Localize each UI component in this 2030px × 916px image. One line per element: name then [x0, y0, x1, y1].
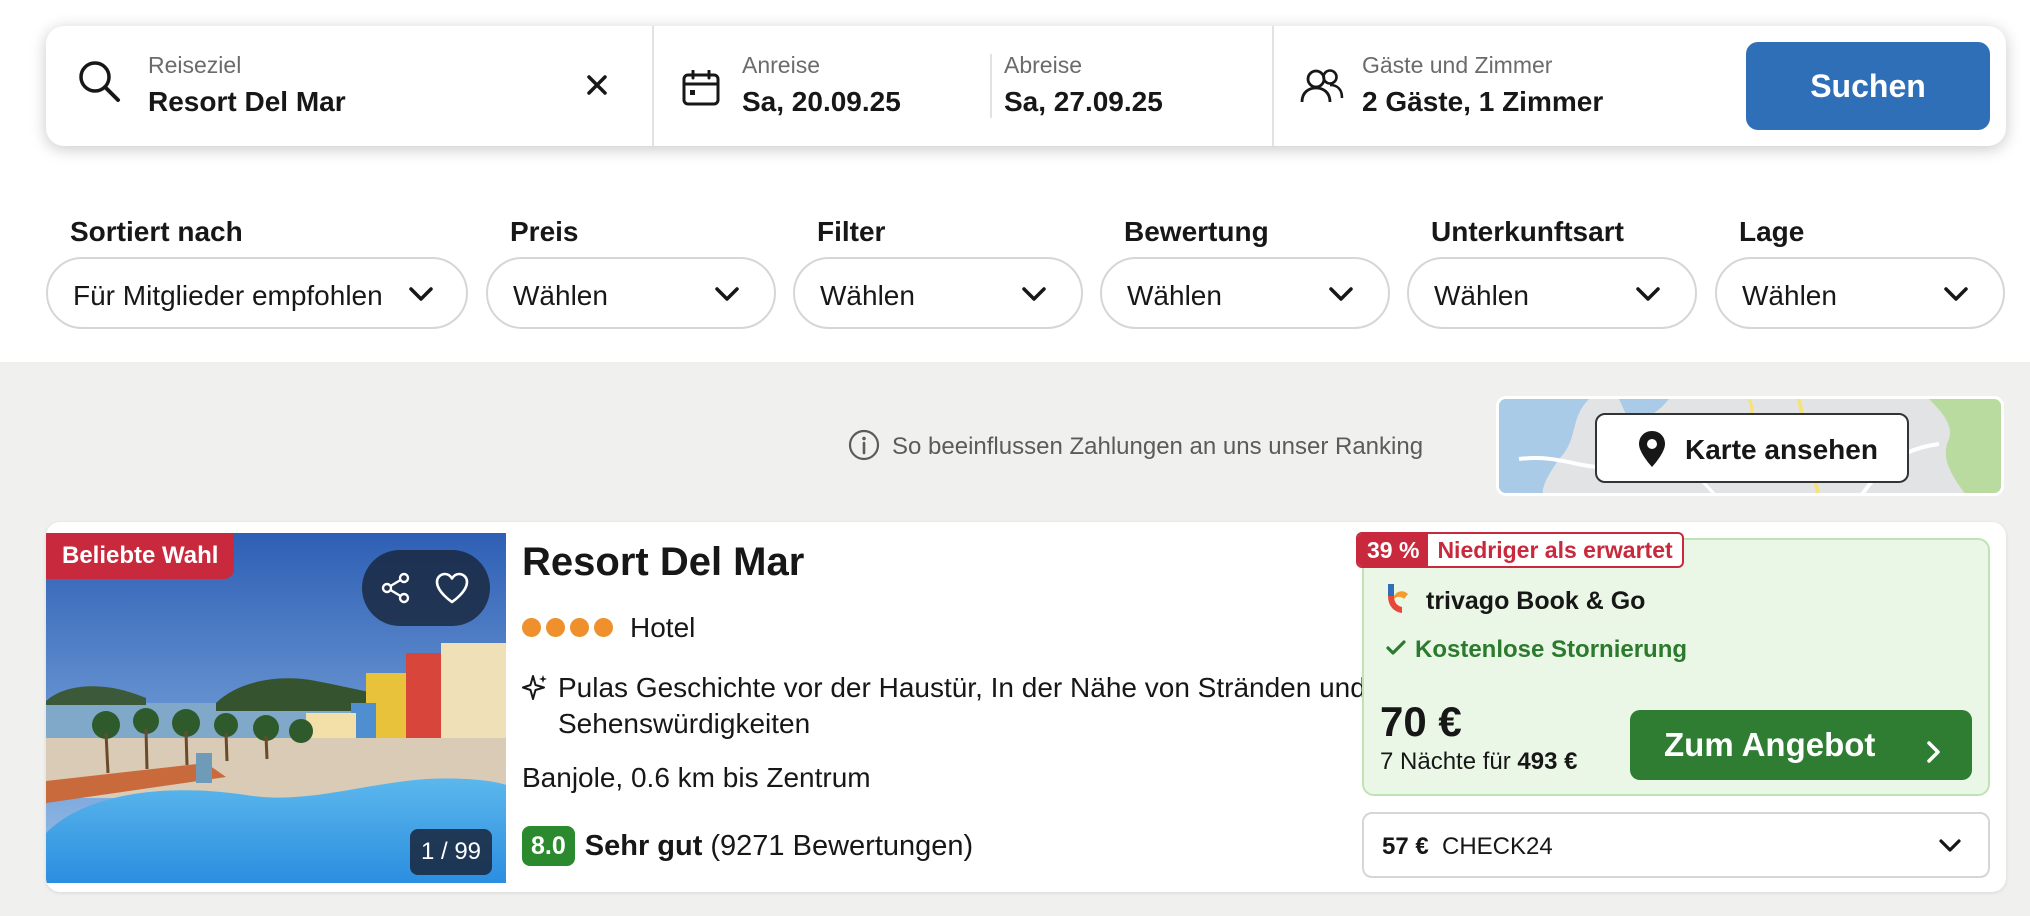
hotel-location: Banjole, 0.6 km bis Zentrum [522, 762, 871, 793]
price-select[interactable]: Wählen [486, 257, 776, 329]
search-icon [76, 58, 122, 109]
chevron-down-icon [1943, 285, 1969, 308]
chevron-down-icon [714, 285, 740, 308]
filter-select[interactable]: Wählen [793, 257, 1083, 329]
alt-offer-price: 57 € [1382, 833, 1429, 860]
star-dot [570, 618, 589, 637]
checkmark-icon [1386, 639, 1406, 662]
hotel-card[interactable]: Beliebte Wahl 1 / 99 Resort Del Mar Hote… [46, 522, 2006, 892]
filter-label-accommodation: Unterkunftsart [1431, 216, 1624, 247]
checkin-field[interactable]: Anreise Sa, 20.09.25 [654, 26, 984, 146]
chevron-down-icon [1021, 285, 1047, 308]
hotel-stars [522, 618, 613, 637]
rating-word: Sehr gut [584, 829, 703, 862]
search-button[interactable]: Suchen [1746, 42, 1990, 130]
highlight-text: Pulas Geschichte vor der Haustür, In der… [558, 672, 1366, 739]
checkout-label: Abreise [1004, 52, 1082, 78]
search-bar: Reiseziel Resort Del Mar Anreise Sa, 20.… [46, 26, 2006, 146]
chevron-down-icon [408, 285, 434, 308]
filter-label-location: Lage [1739, 216, 1805, 247]
filter-select-value: Wählen [820, 280, 915, 311]
ranking-info-link[interactable]: So beeinflussen Zahlungen an uns unser R… [848, 429, 1423, 465]
location-select[interactable]: Wählen [1715, 257, 2005, 329]
total-price: 493 € [1517, 748, 1578, 775]
map-preview[interactable]: Karte ansehen [1496, 396, 2004, 496]
discount-text: Niedriger als erwartet [1437, 536, 1673, 563]
destination-value: Resort Del Mar [148, 86, 346, 117]
destination-field[interactable]: Reiseziel Resort Del Mar [46, 26, 652, 146]
popular-badge: Beliebte Wahl [46, 533, 235, 579]
location-select-value: Wählen [1742, 280, 1837, 311]
hotel-name[interactable]: Resort Del Mar [522, 540, 804, 585]
checkin-value: Sa, 20.09.25 [742, 86, 901, 117]
sparkle-icon [522, 674, 548, 707]
price-per-night: 70 € [1380, 698, 1462, 745]
price-select-value: Wählen [513, 280, 608, 311]
sort-select-value: Für Mitglieder empfohlen [73, 280, 383, 311]
star-dot [594, 618, 613, 637]
rating-select[interactable]: Wählen [1100, 257, 1390, 329]
destination-label: Reiseziel [148, 52, 242, 78]
guests-icon [1300, 68, 1344, 109]
alt-offer-provider: CHECK24 [1442, 833, 1553, 860]
heart-icon[interactable] [434, 572, 470, 609]
star-dot [546, 618, 565, 637]
show-map-button[interactable]: Karte ansehen [1595, 413, 1909, 483]
nights-text: 7 Nächte für [1380, 748, 1511, 775]
alternative-offer[interactable]: 57 € CHECK24 [1362, 812, 1990, 878]
filter-label-rating: Bewertung [1124, 216, 1269, 247]
show-map-label: Karte ansehen [1685, 434, 1878, 465]
hotel-photo[interactable]: Beliebte Wahl 1 / 99 [46, 533, 506, 883]
chevron-right-icon [1926, 734, 1942, 772]
chevron-down-icon [1635, 285, 1661, 308]
chevron-down-icon [1938, 838, 1962, 859]
map-pin-icon [1637, 429, 1667, 474]
rating-select-value: Wählen [1127, 280, 1222, 311]
total-price-line: 7 Nächte für 493 € [1380, 748, 1577, 776]
view-deal-label: Zum Angebot [1664, 726, 1876, 763]
rating-score: 8.0 [522, 826, 575, 866]
filter-label-filter: Filter [817, 216, 886, 247]
search-header: Reiseziel Resort Del Mar Anreise Sa, 20.… [0, 0, 2030, 362]
hotel-rating[interactable]: 8.0 Sehr gut (9271 Bewertungen) [522, 826, 973, 866]
guests-value: 2 Gäste, 1 Zimmer [1362, 86, 1604, 117]
checkout-value: Sa, 27.09.25 [1004, 86, 1163, 117]
checkout-field[interactable]: Abreise Sa, 27.09.25 [992, 26, 1272, 146]
hotel-type: Hotel [630, 612, 696, 643]
accommodation-select-value: Wählen [1434, 280, 1529, 311]
cancellation-text: Kostenlose Stornierung [1415, 636, 1688, 663]
sort-select[interactable]: Für Mitglieder empfohlen [46, 257, 468, 329]
guests-label: Gäste und Zimmer [1362, 52, 1553, 78]
rating-count: (9271 Bewertungen) [710, 829, 974, 862]
guests-field[interactable]: Gäste und Zimmer 2 Gäste, 1 Zimmer [1274, 26, 1724, 146]
checkin-label: Anreise [742, 52, 820, 78]
view-deal-button[interactable]: Zum Angebot [1630, 710, 1972, 780]
accommodation-select[interactable]: Wählen [1407, 257, 1697, 329]
free-cancellation: Kostenlose Stornierung [1386, 636, 1687, 664]
filter-label-sort: Sortiert nach [70, 216, 243, 247]
discount-tag: 39 % Niedriger als erwartet [1356, 532, 1684, 568]
deal-provider: trivago Book & Go [1384, 582, 1645, 621]
photo-actions [362, 550, 490, 626]
info-icon [848, 429, 880, 466]
discount-percent: 39 % [1358, 534, 1429, 566]
photo-counter: 1 / 99 [410, 829, 492, 875]
chevron-down-icon [1328, 285, 1354, 308]
ranking-info-text: So beeinflussen Zahlungen an uns unser R… [892, 433, 1424, 460]
filter-label-price: Preis [510, 216, 579, 247]
trivago-logo-icon [1384, 582, 1410, 621]
calendar-icon [682, 69, 720, 111]
star-dot [522, 618, 541, 637]
share-icon[interactable] [380, 572, 412, 609]
provider-name: trivago Book & Go [1426, 587, 1646, 615]
clear-icon[interactable] [586, 74, 608, 101]
